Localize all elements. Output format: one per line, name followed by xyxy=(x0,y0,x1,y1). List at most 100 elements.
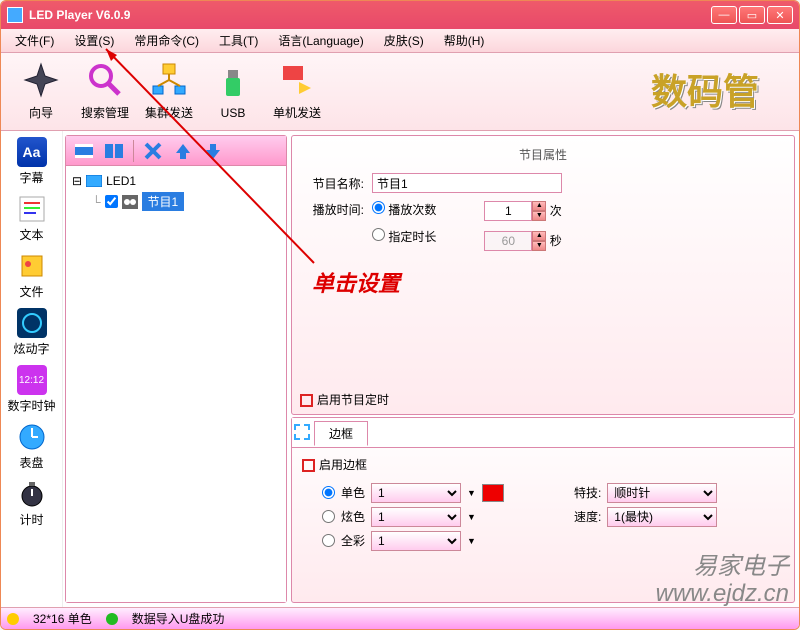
app-window: LED Player V6.0.9 — ▭ ✕ 文件(F) 设置(S) 常用命令… xyxy=(0,0,800,630)
tree-btn-delete[interactable] xyxy=(139,138,167,164)
program-icon xyxy=(122,195,138,209)
dropdown-icon: ▼ xyxy=(467,488,476,498)
menu-tools[interactable]: 工具(T) xyxy=(209,30,268,51)
network-icon xyxy=(151,62,187,98)
sidebar-item-timer[interactable]: 计时 xyxy=(8,479,56,528)
tree-btn-up[interactable] xyxy=(169,138,197,164)
tree-body[interactable]: ⊟ LED1 └ 节目1 xyxy=(66,166,286,602)
speed-combo[interactable]: 1(最快) xyxy=(607,507,717,527)
sidebar-item-clock[interactable]: 12:12数字时钟 xyxy=(8,365,56,414)
close-button[interactable]: ✕ xyxy=(767,6,793,24)
sb-label: 计时 xyxy=(19,511,43,528)
status-bulb-yellow xyxy=(7,613,19,625)
menu-commands[interactable]: 常用命令(C) xyxy=(124,30,209,51)
color-swatch-red[interactable] xyxy=(482,484,504,502)
window-buttons: — ▭ ✕ xyxy=(711,6,793,24)
effect-label: 特技: xyxy=(574,484,601,501)
border-columns: 单色1▼ 炫色1▼ 全彩1▼ 特技:顺时针 速度:1(最快) xyxy=(302,479,784,555)
tree-root[interactable]: ⊟ LED1 xyxy=(72,172,280,190)
time-options: 播放次数 指定时长 xyxy=(372,201,436,245)
program-properties: 节目属性 节目名称: 播放时间: 播放次数 指定时长 ▲▼ 次 ▲▼ 秒 xyxy=(291,135,795,415)
row-border-enable[interactable]: 启用边框 xyxy=(302,456,784,473)
duration-up[interactable]: ▲ xyxy=(532,231,546,241)
radio-count[interactable] xyxy=(372,201,385,214)
duration-spinner[interactable]: ▲▼ xyxy=(484,231,546,251)
border-left-col: 单色1▼ 炫色1▼ 全彩1▼ xyxy=(302,479,524,555)
tree-child-label: 节目1 xyxy=(142,192,185,211)
border-checkbox[interactable] xyxy=(302,459,315,472)
compass-icon xyxy=(23,62,59,98)
row-timer-enable[interactable]: 启用节目定时 xyxy=(300,391,389,408)
sidebar-item-subtitle[interactable]: Aa字幕 xyxy=(8,137,56,186)
tb-wizard[interactable]: 向导 xyxy=(9,62,73,121)
sidebar-item-anim[interactable]: 炫动字 xyxy=(8,308,56,357)
tree-checkbox[interactable] xyxy=(105,195,118,208)
maximize-button[interactable]: ▭ xyxy=(739,6,765,24)
radio-duration[interactable] xyxy=(372,228,385,241)
tree-panel: ⊟ LED1 └ 节目1 xyxy=(65,135,287,603)
time-label: 播放时间: xyxy=(304,201,364,218)
search-icon xyxy=(87,62,123,98)
dropdown-icon: ▼ xyxy=(467,512,476,522)
opt-count[interactable]: 播放次数 xyxy=(372,201,436,218)
tb-usb-label: USB xyxy=(221,106,246,120)
row-speed: 速度: 1(最快) xyxy=(574,507,717,527)
effect-combo[interactable]: 顺时针 xyxy=(607,483,717,503)
sidebar-item-text[interactable]: 文本 xyxy=(8,194,56,243)
count-spinner[interactable]: ▲▼ xyxy=(484,201,546,221)
menu-settings[interactable]: 设置(S) xyxy=(64,30,124,51)
row-effect: 特技: 顺时针 xyxy=(574,483,717,503)
duration-input[interactable] xyxy=(484,231,532,251)
sidebar: Aa字幕 文本 文件 炫动字 12:12数字时钟 表盘 计时 xyxy=(1,131,63,607)
tb-cluster[interactable]: 集群发送 xyxy=(137,62,201,121)
radio-dazzle[interactable] xyxy=(322,510,335,523)
sb-label: 文件 xyxy=(19,283,43,300)
opt-duration[interactable]: 指定时长 xyxy=(372,228,436,245)
full-combo[interactable]: 1 xyxy=(371,531,461,551)
sb-label: 炫动字 xyxy=(13,340,49,357)
dazzle-label: 炫色 xyxy=(341,508,365,525)
tree-btn-down[interactable] xyxy=(199,138,227,164)
count-down[interactable]: ▼ xyxy=(532,211,546,221)
status-resolution: 32*16 单色 xyxy=(33,610,92,627)
tb-search-label: 搜索管理 xyxy=(81,104,129,121)
speed-label: 速度: xyxy=(574,508,601,525)
radio-full[interactable] xyxy=(322,534,335,547)
tree-btn-film[interactable] xyxy=(70,138,98,164)
minimize-button[interactable]: — xyxy=(711,6,737,24)
border-content: 启用边框 单色1▼ 炫色1▼ 全彩1▼ 特技:顺时针 速度:1(最快) xyxy=(292,448,794,563)
count-input[interactable] xyxy=(484,201,532,221)
sidebar-item-dial[interactable]: 表盘 xyxy=(8,422,56,471)
single-combo[interactable]: 1 xyxy=(371,483,461,503)
tb-cluster-label: 集群发送 xyxy=(145,104,193,121)
menu-help[interactable]: 帮助(H) xyxy=(434,30,495,51)
tab-border[interactable]: 边框 xyxy=(314,421,368,446)
count-up[interactable]: ▲ xyxy=(532,201,546,211)
menu-language[interactable]: 语言(Language) xyxy=(268,30,373,51)
app-icon xyxy=(7,7,23,23)
tree-btn-layout[interactable] xyxy=(100,138,128,164)
menu-skin[interactable]: 皮肤(S) xyxy=(374,30,434,51)
dazzle-combo[interactable]: 1 xyxy=(371,507,461,527)
sb-label: 数字时钟 xyxy=(8,397,56,414)
tb-single[interactable]: 单机发送 xyxy=(265,62,329,121)
duration-down[interactable]: ▼ xyxy=(532,241,546,251)
content: Aa字幕 文本 文件 炫动字 12:12数字时钟 表盘 计时 ⊟ xyxy=(1,131,799,607)
toolbar: 向导 搜索管理 集群发送 USB 单机发送 数码管 xyxy=(1,53,799,131)
time-values: ▲▼ 次 ▲▼ 秒 xyxy=(484,201,561,251)
tree-branch-icon: └ xyxy=(92,195,101,209)
menu-file[interactable]: 文件(F) xyxy=(5,30,64,51)
tree-toolbar xyxy=(66,136,286,166)
tree-child[interactable]: └ 节目1 xyxy=(72,190,280,213)
timer-icon xyxy=(17,479,47,509)
tb-search[interactable]: 搜索管理 xyxy=(73,62,137,121)
tb-usb[interactable]: USB xyxy=(201,64,265,120)
name-input[interactable] xyxy=(372,173,562,193)
tree-expand-icon[interactable]: ⊟ xyxy=(72,174,82,188)
sb-label: 字幕 xyxy=(19,169,43,186)
anim-icon xyxy=(17,308,47,338)
timer-checkbox[interactable] xyxy=(300,394,313,407)
usb-icon xyxy=(215,64,251,100)
radio-single[interactable] xyxy=(322,486,335,499)
sidebar-item-file[interactable]: 文件 xyxy=(8,251,56,300)
